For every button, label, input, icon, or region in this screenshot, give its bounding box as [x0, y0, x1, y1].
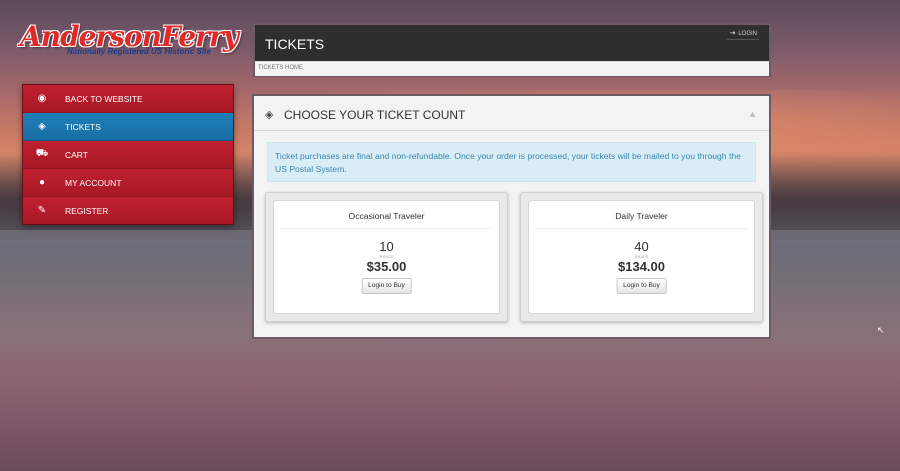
- login-to-buy-button[interactable]: Login to Buy: [361, 278, 412, 294]
- ticket-panel: ◈ CHOOSE YOUR TICKET COUNT ▲ Ticket purc…: [252, 94, 771, 339]
- divider: [280, 228, 493, 229]
- ticket-price: $35.00: [366, 259, 407, 274]
- pencil-icon: ✎: [37, 205, 47, 216]
- login-label: LOGIN: [738, 31, 757, 37]
- sign-in-icon: ⇥: [729, 30, 736, 37]
- panel-title: CHOOSE YOUR TICKET COUNT: [284, 108, 466, 122]
- ticket-name: Occasional Traveler: [348, 211, 425, 221]
- sidebar-item-cart[interactable]: ⛟ CART: [23, 141, 233, 169]
- sidebar-item-label: TICKETS: [65, 121, 101, 132]
- globe-icon: ◉: [37, 93, 47, 104]
- sidebar-item-register[interactable]: ✎ REGISTER: [23, 197, 233, 224]
- sidebar-item-label: MY ACCOUNT: [65, 177, 122, 188]
- ticket-rides-count: 40: [634, 239, 649, 254]
- breadcrumb: TICKETS HOME: [255, 61, 769, 76]
- site-logo[interactable]: AndersonFerry Nationally Registered US H…: [20, 20, 240, 62]
- page-title: TICKETS: [265, 36, 325, 52]
- sidebar-item-label: REGISTER: [65, 205, 109, 216]
- ticket-card-body: Occasional Traveler 10 RIDES $35.00 Logi…: [273, 200, 500, 314]
- ticket-price: $134.00: [618, 259, 665, 274]
- logo-tagline: Nationally Registered US Historic Site: [67, 47, 212, 56]
- sidebar-item-back-to-website[interactable]: ◉ BACK TO WEBSITE: [23, 85, 233, 113]
- ticket-card-body: Daily Traveler 40 RIDES $134.00 Login to…: [528, 200, 755, 314]
- chevron-up-icon[interactable]: ▲: [748, 109, 757, 119]
- sidebar-item-label: BACK TO WEBSITE: [65, 93, 143, 104]
- ticket-icon: ◈: [38, 121, 46, 132]
- ticket-card-occasional: Occasional Traveler 10 RIDES $35.00 Logi…: [265, 192, 508, 322]
- sidebar-item-label: CART: [65, 149, 88, 160]
- cart-icon: ⛟: [35, 148, 49, 159]
- breadcrumb-item-tickets-home[interactable]: TICKETS HOME: [258, 65, 303, 71]
- page-header: TICKETS ⇥ LOGIN TICKETS HOME: [253, 23, 771, 77]
- sidebar-nav: ◉ BACK TO WEBSITE ◈ TICKETS ⛟ CART ● MY …: [22, 84, 234, 225]
- ticket-card-daily: Daily Traveler 40 RIDES $134.00 Login to…: [520, 192, 763, 322]
- tags-icon: ◈: [265, 109, 274, 121]
- sidebar-item-tickets[interactable]: ◈ TICKETS: [23, 113, 233, 141]
- header-bar: TICKETS ⇥ LOGIN: [255, 25, 769, 61]
- user-icon: ●: [38, 177, 46, 188]
- sidebar-item-my-account[interactable]: ● MY ACCOUNT: [23, 169, 233, 197]
- login-to-buy-button[interactable]: Login to Buy: [616, 278, 667, 294]
- login-link[interactable]: ⇥ LOGIN: [727, 28, 759, 40]
- info-notice: Ticket purchases are final and non-refun…: [267, 142, 756, 182]
- divider: [535, 228, 748, 229]
- ticket-name: Daily Traveler: [615, 211, 668, 221]
- mouse-cursor-icon: ↖: [877, 325, 885, 335]
- ticket-rides-count: 10: [379, 239, 394, 254]
- panel-header: ◈ CHOOSE YOUR TICKET COUNT ▲: [254, 96, 769, 131]
